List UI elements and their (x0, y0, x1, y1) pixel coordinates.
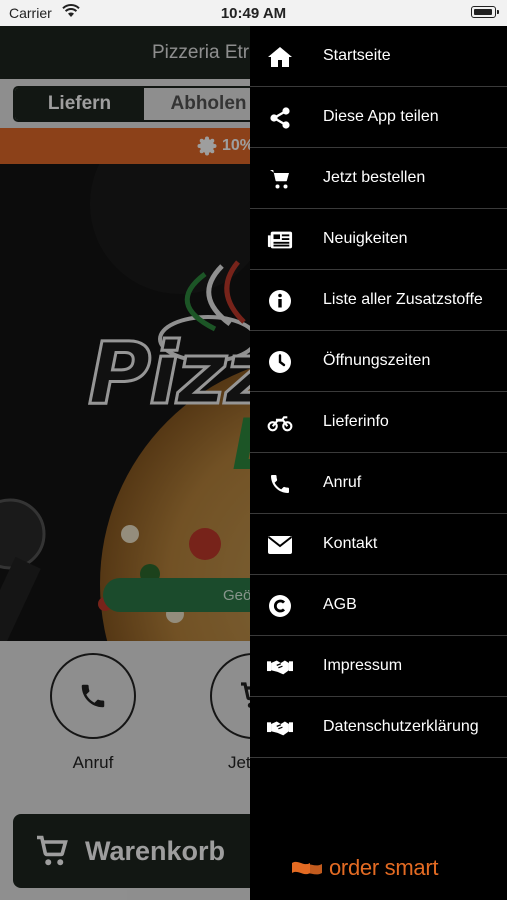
menu-item-label: Startseite (323, 47, 391, 64)
menu-item-home[interactable]: Startseite (250, 26, 507, 87)
brand-name: order smart (329, 855, 439, 880)
handshake-icon (267, 715, 293, 741)
menu-item-contact[interactable]: Kontakt (250, 514, 507, 575)
clock-time: 10:49 AM (220, 5, 287, 22)
menu-item-terms[interactable]: AGB (250, 575, 507, 636)
info-icon (267, 288, 293, 314)
clock-icon (267, 349, 293, 375)
menu-item-delivery-info[interactable]: Lieferinfo (250, 392, 507, 453)
cart-icon (267, 166, 293, 192)
menu-item-share[interactable]: Diese App teilen (250, 87, 507, 148)
share-icon (267, 105, 293, 131)
copyright-icon (267, 593, 293, 619)
menu-item-opening-hours[interactable]: Öffnungszeiten (250, 331, 507, 392)
menu-item-order[interactable]: Jetzt bestellen (250, 148, 507, 209)
menu-item-label: Datenschutzerklärung (323, 718, 479, 735)
menu-item-label: Anruf (323, 474, 362, 491)
menu-item-label: Diese App teilen (323, 108, 439, 125)
envelope-icon (267, 532, 293, 558)
menu-item-label: Impressum (323, 657, 403, 674)
menu-item-label: AGB (323, 596, 357, 613)
menu-item-label: Neuigkeiten (323, 230, 408, 247)
menu-item-privacy[interactable]: Datenschutzerklärung (250, 697, 507, 758)
handshake-icon (267, 654, 293, 680)
menu-item-label: Lieferinfo (323, 413, 389, 430)
menu-item-label: Öffnungszeiten (323, 352, 431, 369)
menu-item-news[interactable]: Neuigkeiten (250, 209, 507, 270)
menu-item-imprint[interactable]: Impressum (250, 636, 507, 697)
navigation-drawer: Startseite Diese App teilen Jetzt bestel… (250, 26, 507, 900)
menu-item-call[interactable]: Anruf (250, 453, 507, 514)
menu-item-label: Liste aller Zusatzstoffe (323, 291, 483, 308)
home-icon (267, 44, 293, 70)
phone-icon (267, 471, 293, 497)
order-smart-logo-icon (292, 861, 322, 875)
brand-logo: order smart (290, 855, 438, 881)
newspaper-icon (267, 227, 293, 253)
battery-icon (471, 6, 499, 18)
menu-item-additives[interactable]: Liste aller Zusatzstoffe (250, 270, 507, 331)
menu-item-label: Jetzt bestellen (323, 169, 426, 186)
menu-item-label: Kontakt (323, 535, 378, 552)
motorcycle-icon (267, 410, 293, 436)
status-bar: Carrier 10:49 AM (0, 0, 507, 26)
